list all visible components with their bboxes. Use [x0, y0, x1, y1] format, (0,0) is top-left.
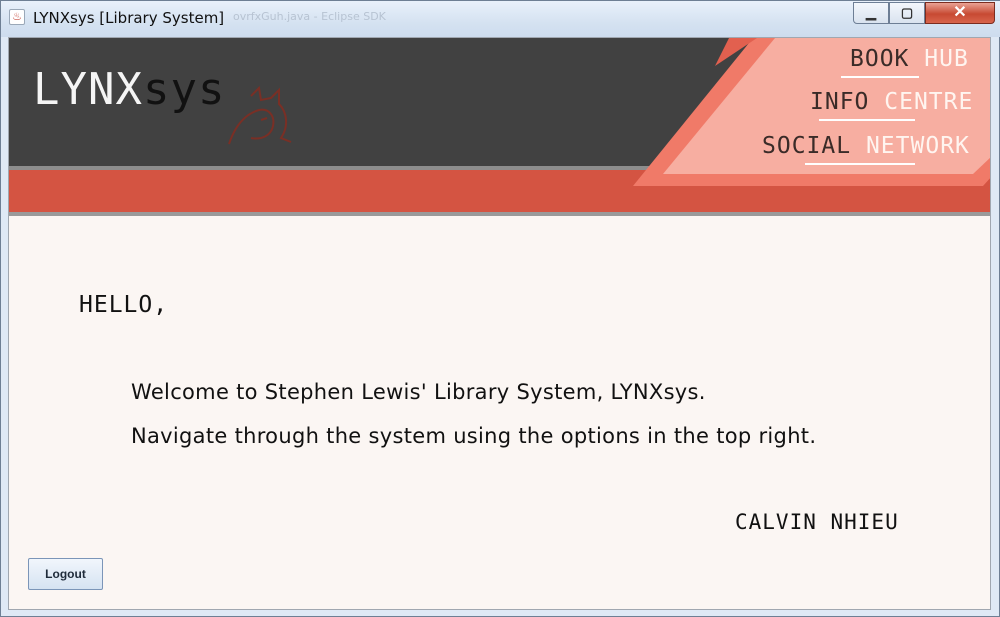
nav-info-centre-underline	[819, 119, 915, 121]
nav-info-centre-word2: CENTRE	[884, 89, 974, 115]
greeting-heading: HELLO,	[79, 292, 169, 318]
minimize-button[interactable]: ▁	[853, 2, 889, 24]
java-icon[interactable]: ♨	[9, 9, 25, 25]
app-logo: LYNXsys	[33, 60, 225, 120]
nav-book-hub-underline	[841, 76, 919, 78]
nav-social-network-word2: NETWORK	[865, 133, 970, 159]
maximize-button[interactable]: ▢	[889, 2, 925, 24]
logout-button[interactable]: Logout	[28, 558, 103, 590]
close-button[interactable]: ✕	[925, 2, 995, 24]
nav-social-network[interactable]: SOCIAL NETWORK	[762, 133, 970, 159]
window-title: LYNXsys [Library System]	[33, 9, 225, 27]
nav-book-hub[interactable]: BOOK HUB	[850, 46, 969, 72]
title-bar[interactable]: ♨ LYNXsys [Library System] ovrfxGuh.java…	[1, 1, 1000, 37]
lynx-cat-icon	[228, 86, 292, 145]
nav-social-network-word1: SOCIAL	[762, 133, 852, 159]
maximize-icon: ▢	[900, 5, 914, 20]
background-window-title: ovrfxGuh.java - Eclipse SDK	[233, 10, 386, 23]
nav-info-centre[interactable]: INFO CENTRE	[810, 89, 973, 115]
logo-sys-text: sys	[142, 64, 226, 115]
client-area: LYNXsys BOOK HUB INFO CENTRE SOCIAL NETW…	[8, 37, 991, 610]
app-window: ♨ LYNXsys [Library System] ovrfxGuh.java…	[0, 0, 1000, 617]
nav-book-hub-word2: HUB	[924, 46, 969, 72]
nav-social-network-underline	[805, 163, 915, 165]
nav-book-hub-word1: BOOK	[850, 46, 910, 72]
author-signature: CALVIN NHIEU	[735, 510, 899, 534]
minimize-icon: ▁	[866, 5, 876, 20]
logo-lynx-text: LYNX	[33, 64, 143, 115]
instruction-text: Navigate through the system using the op…	[131, 424, 817, 448]
band-divider	[9, 212, 990, 216]
welcome-text: Welcome to Stephen Lewis' Library System…	[131, 380, 706, 404]
close-icon: ✕	[953, 4, 967, 21]
nav-info-centre-word1: INFO	[810, 89, 870, 115]
